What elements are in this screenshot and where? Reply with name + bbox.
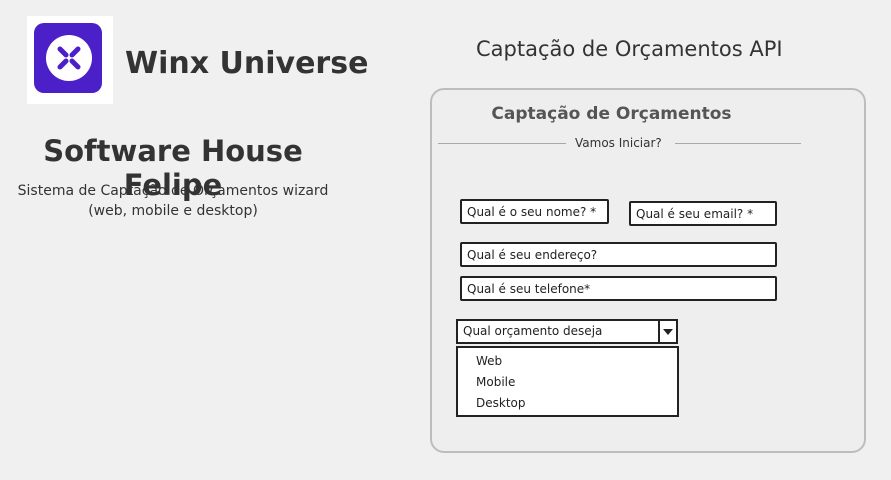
option-desktop[interactable]: Desktop bbox=[458, 393, 677, 414]
phone-field[interactable]: Qual é seu telefone* bbox=[460, 276, 777, 301]
phone-field-placeholder: Qual é seu telefone* bbox=[467, 282, 591, 296]
form-heading: Captação de Orçamentos bbox=[491, 104, 732, 124]
email-field[interactable]: Qual é seu email? * bbox=[629, 201, 777, 226]
budget-dropdown: Web Mobile Desktop bbox=[456, 346, 679, 417]
name-field-placeholder: Qual é o seu nome? * bbox=[467, 205, 597, 219]
address-field[interactable]: Qual é seu endereço? bbox=[460, 242, 777, 267]
brand-name: Winx Universe bbox=[125, 46, 369, 81]
chevron-down-icon[interactable] bbox=[658, 319, 678, 344]
address-field-placeholder: Qual é seu endereço? bbox=[467, 248, 598, 262]
api-title: Captação de Orçamentos API bbox=[476, 37, 783, 61]
divider-left bbox=[438, 143, 566, 144]
form-subtitle: Vamos Iniciar? bbox=[575, 136, 662, 150]
company-description: Sistema de Captação de Orçamentos wizard… bbox=[0, 181, 346, 221]
logo bbox=[27, 16, 113, 104]
logo-x-icon bbox=[46, 35, 92, 81]
description-line-2: (web, mobile e desktop) bbox=[88, 203, 258, 219]
option-mobile[interactable]: Mobile bbox=[458, 372, 677, 393]
description-line-1: Sistema de Captação de Orçamentos wizard bbox=[17, 183, 329, 199]
budget-select[interactable]: Qual orçamento deseja realizar? bbox=[456, 319, 660, 359]
divider-right bbox=[675, 143, 801, 144]
logo-tile bbox=[34, 23, 102, 93]
email-field-placeholder: Qual é seu email? * bbox=[636, 207, 754, 221]
option-web[interactable]: Web bbox=[458, 351, 677, 372]
name-field[interactable]: Qual é o seu nome? * bbox=[460, 199, 609, 224]
